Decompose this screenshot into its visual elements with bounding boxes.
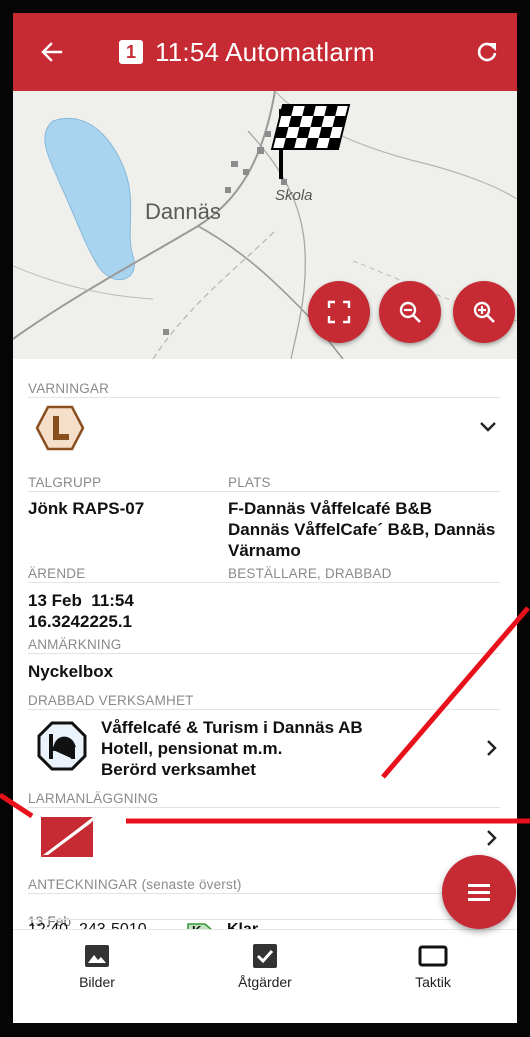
phone-screen: 1 11:54 Automatlarm Dannäs Skola VARNING…	[0, 0, 530, 1037]
fullscreen-button[interactable]	[308, 281, 370, 343]
menu-icon	[468, 884, 490, 901]
incident-details: VARNINGAR TALGRUPP PLATS Jönk RAPS-07 F-…	[13, 359, 517, 929]
talgrupp-value: Jönk RAPS-07	[28, 499, 145, 518]
refresh-button[interactable]	[457, 13, 517, 91]
chevron-right-icon	[487, 830, 497, 846]
plats-line-1: F-Dannäs Våffelcafé B&B	[228, 499, 433, 518]
page-title: 11:54 Automatlarm	[155, 36, 375, 67]
hotel-octagon-icon	[37, 721, 87, 771]
back-button[interactable]	[13, 13, 91, 91]
tab-bilder[interactable]: Bilder	[13, 930, 181, 1023]
alarm-system-icon	[41, 817, 93, 857]
zoom-in-icon	[473, 301, 495, 323]
back-arrow-icon	[41, 42, 63, 62]
zoom-out-icon	[399, 301, 421, 323]
checkbox-icon	[253, 944, 277, 968]
verksamhet-line-2: Hotell, pensionat m.m.	[101, 739, 283, 758]
talgrupp-label: TALGRUPP	[28, 475, 102, 490]
divider	[28, 582, 500, 583]
bottom-navigation: Bilder Åtgärder Taktik	[13, 929, 517, 1023]
anmarkning-value: Nyckelbox	[28, 662, 114, 681]
bestallare-label: BESTÄLLARE, DRABBAD	[228, 566, 392, 581]
tab-atgarder[interactable]: Åtgärder	[181, 930, 349, 1023]
plats-label: PLATS	[228, 475, 271, 490]
tab-taktik-label: Taktik	[415, 974, 451, 990]
incident-map[interactable]: Dannäs Skola	[13, 91, 517, 359]
arende-line-2: 16.3242225.1	[28, 612, 132, 631]
tab-bilder-label: Bilder	[79, 974, 115, 990]
verksamhet-line-3: Berörd verksamhet	[101, 760, 256, 779]
menu-fab[interactable]	[442, 855, 516, 929]
tactics-icon	[418, 945, 448, 967]
tab-taktik[interactable]: Taktik	[349, 930, 517, 1023]
warning-hexagon-icon	[35, 405, 85, 451]
map-poi-label: Skola	[275, 187, 313, 204]
zoom-in-button[interactable]	[453, 281, 515, 343]
warnings-label: VARNINGAR	[28, 381, 110, 396]
zoom-out-button[interactable]	[379, 281, 441, 343]
larmanlaggning-label: LARMANLÄGGNING	[28, 791, 159, 806]
verksamhet-label: DRABBAD VERKSAMHET	[28, 693, 194, 708]
map-canvas	[13, 91, 517, 359]
arende-line-1: 13 Feb 11:54	[28, 591, 134, 610]
divider	[28, 893, 500, 894]
chevron-right-icon	[487, 740, 497, 756]
divider	[28, 491, 500, 492]
divider	[28, 807, 500, 808]
plats-line-3: Värnamo	[228, 541, 301, 560]
verksamhet-row[interactable]: Våffelcafé & Turism i Dannäs AB Hotell, …	[13, 711, 517, 787]
arende-label: ÄRENDE	[28, 566, 86, 581]
incident-number-badge: 1	[119, 40, 143, 64]
divider	[28, 653, 500, 654]
plats-line-2: Dannäs VåffelCafe´ B&B, Dannäs	[228, 520, 496, 539]
chevron-down-icon[interactable]	[479, 421, 497, 433]
refresh-icon	[477, 42, 497, 62]
warning-row[interactable]	[13, 401, 517, 459]
tab-atgarder-label: Åtgärder	[238, 974, 292, 990]
anteckningar-label: ANTECKNINGAR (senaste överst)	[28, 877, 242, 892]
image-icon	[85, 945, 109, 967]
map-place-label: Dannäs	[145, 199, 221, 224]
larmanlaggning-row[interactable]	[13, 811, 517, 863]
divider	[28, 709, 500, 710]
anmarkning-label: ANMÄRKNING	[28, 637, 122, 652]
app-bar: 1 11:54 Automatlarm	[13, 13, 517, 91]
fullscreen-icon	[327, 300, 351, 324]
verksamhet-line-1: Våffelcafé & Turism i Dannäs AB	[101, 718, 363, 737]
note-divider	[28, 919, 500, 920]
divider	[28, 397, 500, 398]
